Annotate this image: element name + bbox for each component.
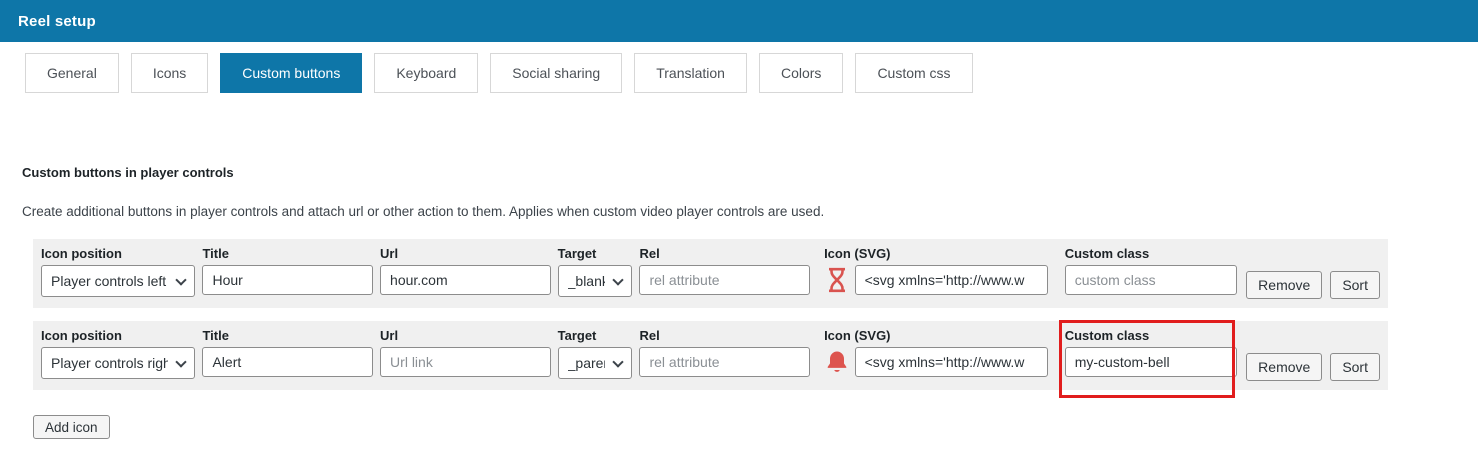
rel-label: Rel bbox=[639, 328, 660, 343]
icon-position-field: Icon position Player controls left bbox=[41, 246, 196, 297]
title-label: Title bbox=[202, 246, 229, 261]
section-heading: Custom buttons in player controls bbox=[22, 165, 234, 180]
custom-button-row-2: Icon position Player controls right Titl… bbox=[33, 320, 1388, 398]
url-input[interactable] bbox=[380, 347, 551, 377]
tab-translation[interactable]: Translation bbox=[634, 53, 747, 93]
tab-icons[interactable]: Icons bbox=[130, 53, 209, 93]
tab-custom-buttons[interactable]: Custom buttons bbox=[220, 53, 363, 93]
target-label: Target bbox=[557, 328, 597, 343]
title-label: Title bbox=[202, 328, 229, 343]
tab-colors[interactable]: Colors bbox=[758, 53, 844, 93]
title-field: Title bbox=[202, 328, 374, 377]
url-input[interactable] bbox=[380, 265, 551, 295]
custom-button-rows: Icon position Player controls left Title… bbox=[33, 239, 1478, 398]
url-field: Url bbox=[380, 328, 551, 377]
sort-button[interactable]: Sort bbox=[1330, 271, 1380, 299]
title-field: Title bbox=[202, 246, 374, 295]
rel-input[interactable] bbox=[639, 265, 811, 295]
tab-general[interactable]: General bbox=[25, 53, 119, 93]
settings-tabs: General Icons Custom buttons Keyboard So… bbox=[25, 53, 1478, 93]
bell-icon bbox=[824, 347, 850, 377]
target-field: Target _parent bbox=[557, 328, 633, 379]
title-input[interactable] bbox=[202, 265, 374, 295]
target-select[interactable]: _parent bbox=[557, 347, 633, 379]
rel-field: Rel bbox=[639, 328, 811, 377]
custom-class-label: Custom class bbox=[1064, 246, 1150, 261]
target-select[interactable]: _blank bbox=[557, 265, 633, 297]
title-input[interactable] bbox=[202, 347, 374, 377]
url-label: Url bbox=[380, 246, 399, 261]
icon-position-select[interactable]: Player controls right bbox=[41, 347, 196, 379]
custom-class-input[interactable] bbox=[1064, 347, 1238, 377]
custom-class-label: Custom class bbox=[1064, 328, 1150, 343]
custom-class-input[interactable] bbox=[1064, 265, 1238, 295]
app-header: Reel setup bbox=[0, 0, 1478, 42]
custom-class-field: Custom class bbox=[1058, 320, 1238, 398]
icon-svg-field: Icon (SVG) bbox=[824, 328, 1048, 377]
target-field: Target _blank bbox=[557, 246, 633, 297]
icon-svg-label: Icon (SVG) bbox=[824, 246, 891, 261]
icon-position-label: Icon position bbox=[41, 246, 122, 261]
custom-button-row-1: Icon position Player controls left Title… bbox=[33, 239, 1388, 308]
rel-label: Rel bbox=[639, 246, 660, 261]
rel-input[interactable] bbox=[639, 347, 811, 377]
add-icon-button[interactable]: Add icon bbox=[33, 415, 110, 439]
section-description: Create additional buttons in player cont… bbox=[22, 204, 825, 219]
url-label: Url bbox=[380, 328, 399, 343]
icon-svg-input[interactable] bbox=[854, 347, 1048, 377]
target-label: Target bbox=[557, 246, 597, 261]
tab-custom-css[interactable]: Custom css bbox=[855, 53, 973, 93]
tab-social-sharing[interactable]: Social sharing bbox=[490, 53, 623, 93]
rel-field: Rel bbox=[639, 246, 811, 295]
icon-svg-field: Icon (SVG) bbox=[824, 246, 1048, 295]
remove-button[interactable]: Remove bbox=[1246, 271, 1323, 299]
icon-position-field: Icon position Player controls right bbox=[41, 328, 196, 379]
icon-svg-label: Icon (SVG) bbox=[824, 328, 891, 343]
icon-position-label: Icon position bbox=[41, 328, 122, 343]
tab-keyboard[interactable]: Keyboard bbox=[374, 53, 479, 93]
hourglass-icon bbox=[824, 265, 850, 295]
url-field: Url bbox=[380, 246, 551, 295]
sort-button[interactable]: Sort bbox=[1330, 353, 1380, 381]
page-title: Reel setup bbox=[18, 12, 96, 30]
icon-position-select[interactable]: Player controls left bbox=[41, 265, 196, 297]
custom-class-field: Custom class bbox=[1064, 246, 1238, 295]
remove-button[interactable]: Remove bbox=[1246, 353, 1323, 381]
icon-svg-input[interactable] bbox=[854, 265, 1048, 295]
